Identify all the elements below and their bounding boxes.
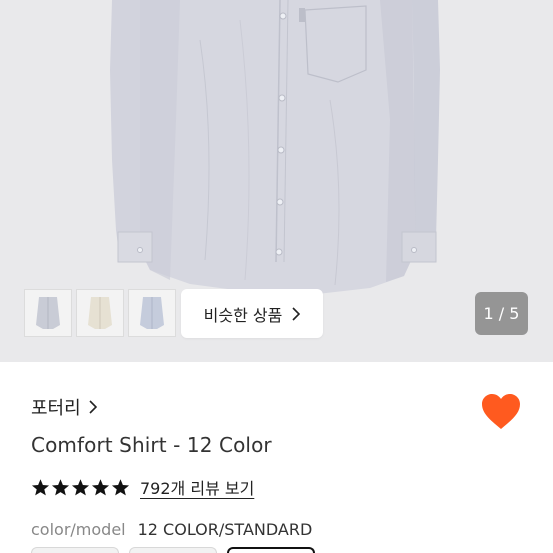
color-swatch[interactable]: [129, 547, 217, 553]
product-image-gallery[interactable]: 비슷한 상품 1 / 5: [0, 0, 553, 362]
thumbnail-3[interactable]: [128, 289, 176, 337]
thumbnail-strip: [24, 289, 176, 337]
star-icon: [71, 478, 90, 495]
shirt-thumbnail-icon: [140, 297, 164, 329]
star-icon: [91, 478, 110, 495]
rating-row: 792개 리뷰 보기: [31, 475, 254, 499]
color-swatch[interactable]: [31, 547, 119, 553]
thumbnail-2[interactable]: [76, 289, 124, 337]
chevron-right-icon: [89, 400, 97, 414]
thumbnail-1[interactable]: [24, 289, 72, 337]
chevron-right-icon: [292, 306, 301, 321]
star-rating: [31, 478, 130, 497]
spec-row: color/model 12 COLOR/STANDARD: [31, 520, 312, 539]
star-icon: [31, 478, 50, 495]
color-swatch-selected[interactable]: [227, 547, 315, 553]
brand-link[interactable]: 포터리: [31, 394, 97, 420]
similar-products-button[interactable]: 비슷한 상품: [181, 289, 323, 338]
product-title: Comfort Shirt - 12 Color: [31, 433, 272, 457]
shirt-thumbnail-icon: [88, 297, 112, 329]
heart-icon[interactable]: [481, 393, 521, 431]
review-link[interactable]: 792개 리뷰 보기: [140, 475, 254, 499]
shirt-thumbnail-icon: [36, 297, 60, 329]
similar-products-label: 비슷한 상품: [203, 305, 283, 325]
star-icon: [51, 478, 70, 495]
star-icon: [111, 478, 130, 495]
image-counter: 1 / 5: [475, 292, 528, 335]
brand-name: 포터리: [31, 398, 81, 419]
color-swatch-row: [31, 547, 315, 553]
spec-value: 12 COLOR/STANDARD: [137, 520, 313, 539]
spec-key: color/model: [31, 520, 126, 539]
